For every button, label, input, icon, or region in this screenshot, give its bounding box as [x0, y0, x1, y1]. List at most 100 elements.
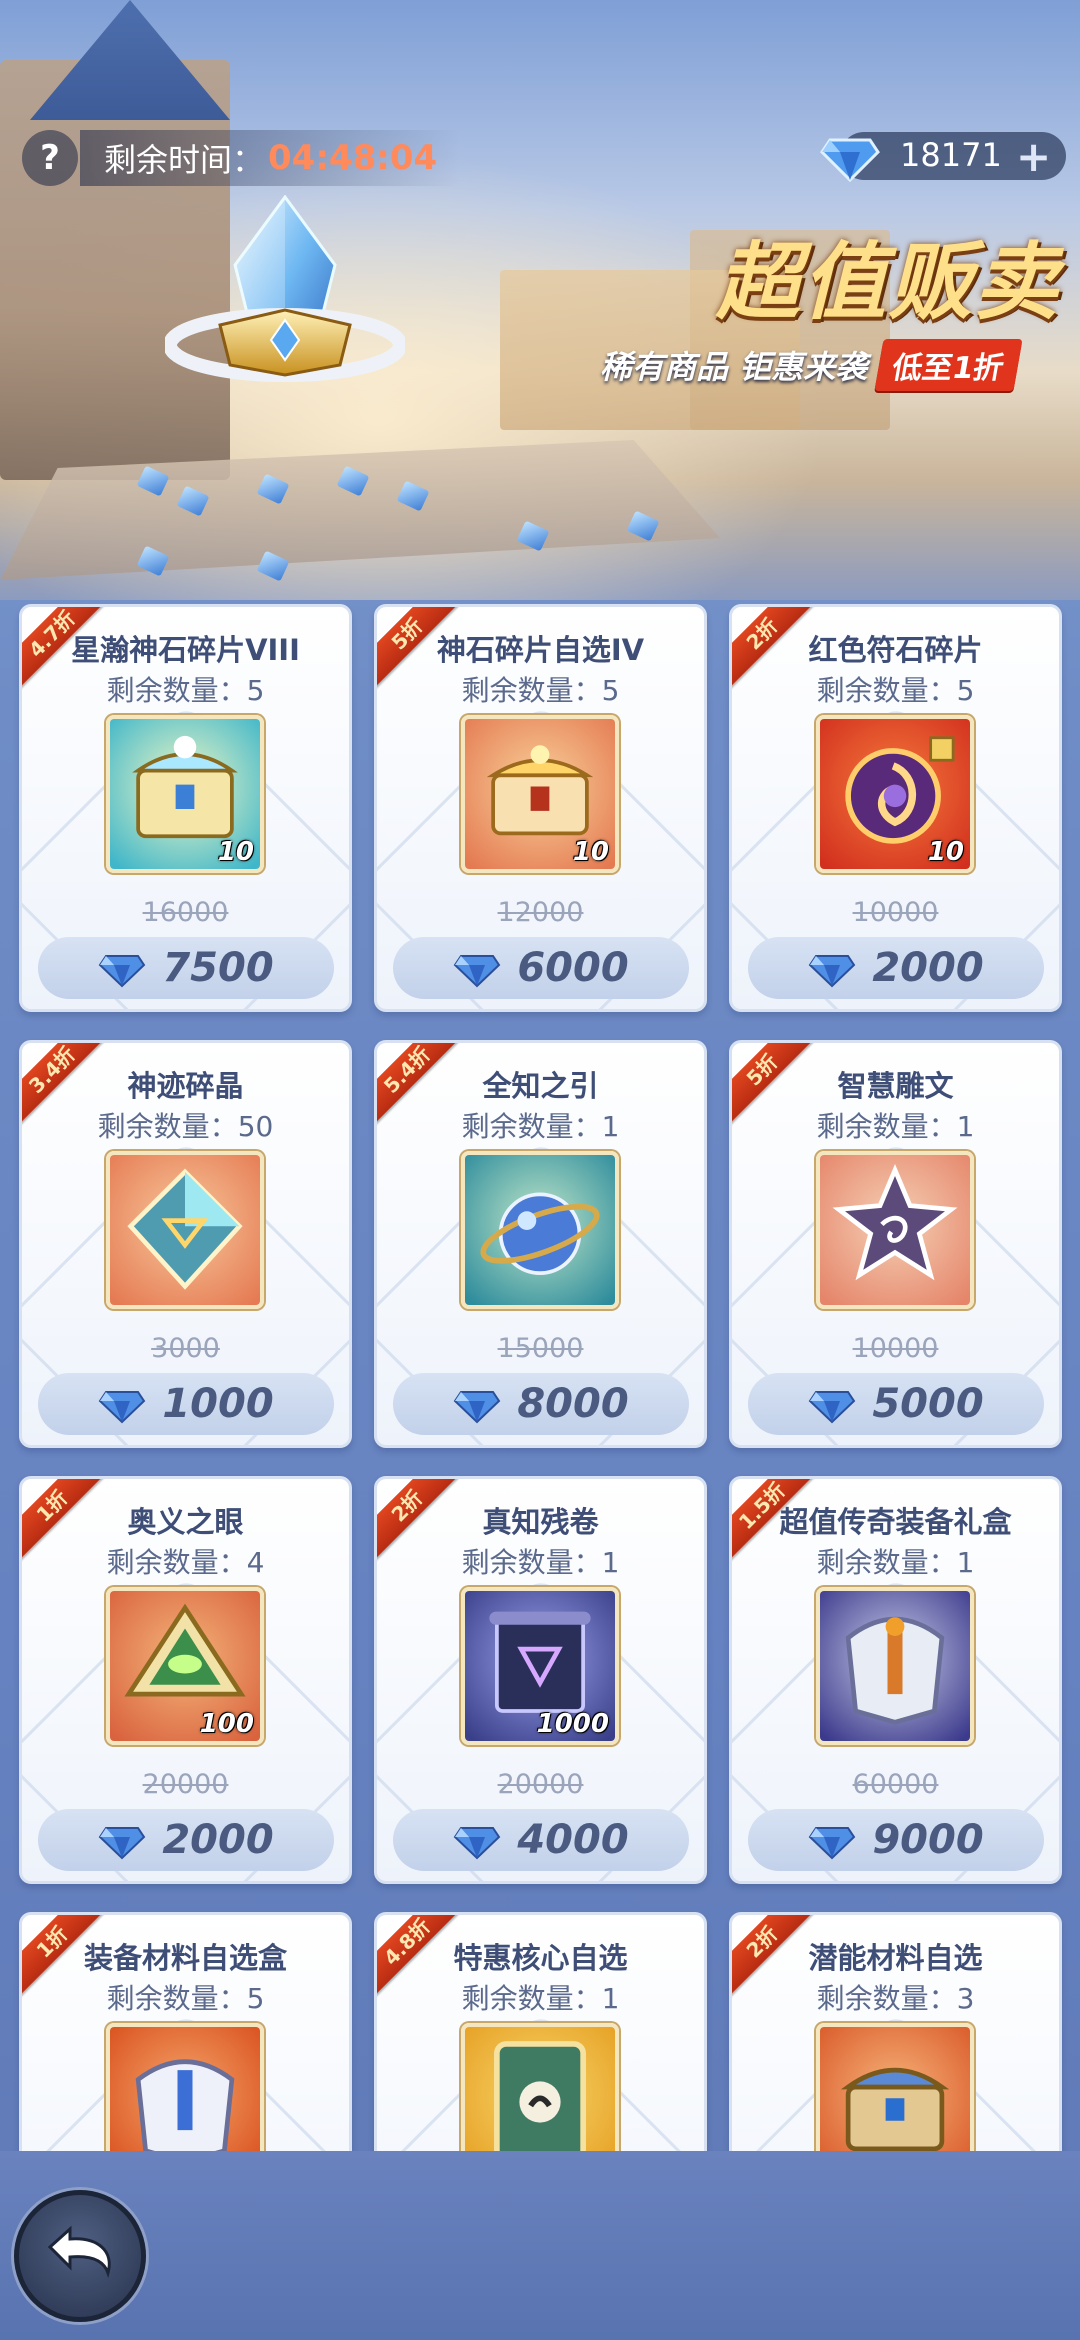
item-icon-frame[interactable] [106, 2023, 264, 2151]
sale-subtitle: 稀有商品 钜惠来袭 [600, 348, 868, 386]
add-gems-button[interactable]: + [1016, 132, 1051, 181]
item-name: 神迹碎晶 [127, 1069, 244, 1103]
item-icon-frame[interactable]: 10 [461, 715, 619, 873]
gem-icon [99, 955, 146, 988]
gem-icon [820, 138, 880, 183]
orb-icon [465, 1155, 615, 1305]
core-card-icon [465, 2027, 615, 2151]
remaining-stock: 剩余数量：5 [816, 674, 975, 707]
buy-button[interactable]: 2000 [38, 1809, 334, 1871]
gem-icon [809, 1827, 856, 1860]
buy-button[interactable]: 9000 [748, 1809, 1044, 1871]
item-name: 特惠核心自选 [453, 1941, 628, 1975]
buy-button[interactable]: 5000 [748, 1373, 1044, 1435]
original-price: 3000 [151, 1333, 220, 1364]
crystal-crown-icon [165, 195, 405, 383]
sale-price: 8000 [517, 1381, 629, 1427]
item-name: 红色符石碎片 [808, 633, 983, 667]
item-name: 神石碎片自选IV [436, 633, 645, 667]
back-arrow-icon [47, 2225, 111, 2279]
back-button[interactable] [14, 2190, 146, 2322]
item-name: 真知残卷 [482, 1505, 599, 1539]
item-icon-frame[interactable] [106, 1151, 264, 1309]
original-price: 10000 [852, 1333, 939, 1364]
original-price: 20000 [142, 1769, 229, 1800]
gem-balance: 18171 [900, 136, 1002, 174]
shop-item-card[interactable]: 5折 智慧雕文 剩余数量：1 10000 5000 [729, 1040, 1062, 1448]
sale-price: 4000 [517, 1817, 629, 1863]
sale-discount-badge: 低至1折 [874, 339, 1023, 391]
timer-label: 剩余时间： [104, 141, 265, 179]
original-price: 20000 [497, 1769, 584, 1800]
item-quantity: 1000 [536, 1709, 609, 1739]
remaining-stock: 剩余数量：1 [816, 1110, 975, 1143]
buy-button[interactable]: 2000 [748, 937, 1044, 999]
original-price: 12000 [497, 897, 584, 928]
item-icon-frame[interactable] [461, 1151, 619, 1309]
shop-item-card[interactable]: 2折 真知残卷 剩余数量：1 1000 20000 4000 [374, 1476, 707, 1884]
shop-item-card[interactable]: 5折 神石碎片自选IV 剩余数量：5 10 12000 6000 [374, 604, 707, 1012]
countdown-timer: 剩余时间： 04:48:04 [80, 130, 460, 186]
buy-button[interactable]: 6000 [393, 937, 689, 999]
remaining-stock: 剩余数量：1 [461, 1982, 620, 2015]
item-quantity: 10 [572, 837, 609, 867]
sale-price: 5000 [872, 1381, 984, 1427]
item-icon-frame[interactable]: 1000 [461, 1587, 619, 1745]
remaining-stock: 剩余数量：1 [461, 1546, 620, 1579]
remaining-stock: 剩余数量：5 [106, 674, 265, 707]
shop-item-card[interactable]: 1.5折 超值传奇装备礼盒 剩余数量：1 60000 9000 [729, 1476, 1062, 1884]
item-name: 超值传奇装备礼盒 [779, 1505, 1012, 1539]
buy-button[interactable]: 4000 [393, 1809, 689, 1871]
original-price: 16000 [142, 897, 229, 928]
gem-icon [454, 1391, 501, 1424]
bottom-bar [0, 2151, 1080, 2340]
item-icon-frame[interactable] [816, 1151, 974, 1309]
gem-icon [99, 1827, 146, 1860]
gem-icon [99, 1391, 146, 1424]
sale-subtitle-row: 稀有商品 钜惠来袭 低至1折 [600, 339, 1023, 391]
shop-item-card[interactable]: 1折 装备材料自选盒 剩余数量：5 [19, 1912, 352, 2151]
item-name: 奥义之眼 [127, 1505, 244, 1539]
sale-price: 9000 [872, 1817, 984, 1863]
glyph-star-icon [820, 1155, 970, 1305]
shop-item-card[interactable]: 1折 奥义之眼 剩余数量：4 100 20000 2000 [19, 1476, 352, 1884]
item-icon-frame[interactable] [816, 2023, 974, 2151]
gem-icon [809, 1391, 856, 1424]
shop-item-card[interactable]: 2折 红色符石碎片 剩余数量：5 10 10000 2000 [729, 604, 1062, 1012]
buy-button[interactable]: 7500 [38, 937, 334, 999]
remaining-stock: 剩余数量：1 [461, 1110, 620, 1143]
remaining-stock: 剩余数量：5 [106, 1982, 265, 2015]
crystal-shard-icon [110, 1155, 260, 1305]
buy-button[interactable]: 8000 [393, 1373, 689, 1435]
remaining-stock: 剩余数量：3 [816, 1982, 975, 2015]
original-price: 10000 [852, 897, 939, 928]
item-quantity: 10 [217, 837, 254, 867]
potential-chest-icon [820, 2027, 970, 2151]
shop-item-card[interactable]: 4.8折 特惠核心自选 剩余数量：1 [374, 1912, 707, 2151]
shop-item-card[interactable]: 2折 潜能材料自选 剩余数量：3 [729, 1912, 1062, 2151]
buy-button[interactable]: 1000 [38, 1373, 334, 1435]
gem-icon [809, 955, 856, 988]
sale-price: 2000 [872, 945, 984, 991]
gem-currency: 18171 + [820, 126, 1066, 184]
armor-box-icon [820, 1591, 970, 1741]
item-icon-frame[interactable] [461, 2023, 619, 2151]
item-quantity: 100 [199, 1709, 254, 1739]
item-icon-frame[interactable]: 10 [816, 715, 974, 873]
timer-value: 04:48:04 [268, 138, 438, 178]
remaining-stock: 剩余数量：50 [97, 1110, 274, 1143]
item-icon-frame[interactable]: 100 [106, 1587, 264, 1745]
help-button[interactable]: ? [22, 130, 78, 186]
shop-item-card[interactable]: 5.4折 全知之引 剩余数量：1 15000 8000 [374, 1040, 707, 1448]
gem-icon [454, 1827, 501, 1860]
sale-price: 2000 [162, 1817, 274, 1863]
item-quantity: 10 [927, 837, 964, 867]
item-name: 星瀚神石碎片VIII [71, 633, 300, 667]
shop-item-card[interactable]: 3.4折 神迹碎晶 剩余数量：50 3000 1000 [19, 1040, 352, 1448]
shop-item-card[interactable]: 4.7折 星瀚神石碎片VIII 剩余数量：5 10 16000 7500 [19, 604, 352, 1012]
item-icon-frame[interactable] [816, 1587, 974, 1745]
armor-material-icon [110, 2027, 260, 2151]
remaining-stock: 剩余数量：4 [106, 1546, 265, 1579]
item-name: 智慧雕文 [837, 1069, 954, 1103]
item-icon-frame[interactable]: 10 [106, 715, 264, 873]
